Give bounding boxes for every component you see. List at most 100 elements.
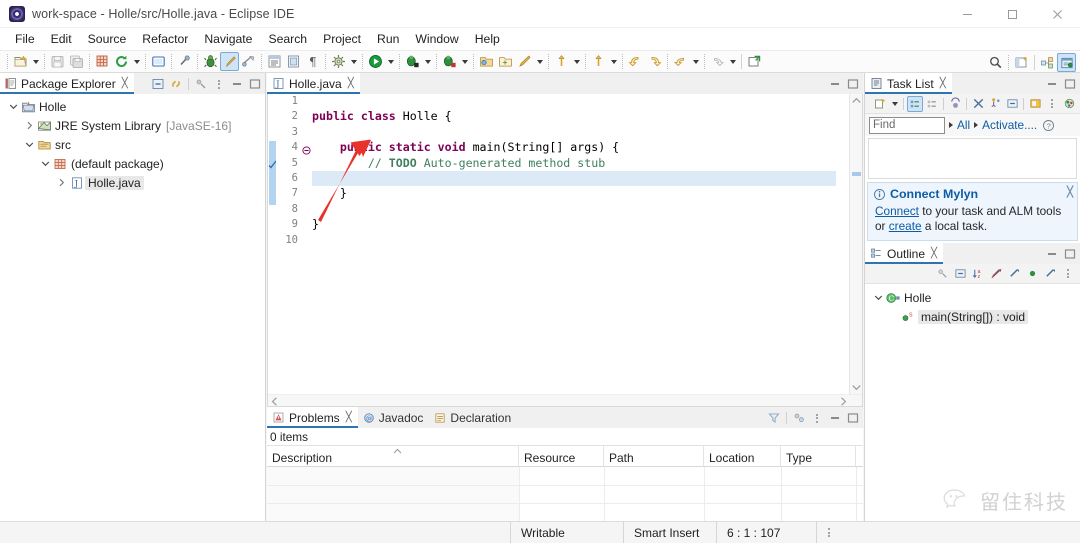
chevron-right-icon[interactable] [949, 122, 953, 128]
prev-edit-icon[interactable] [671, 52, 690, 71]
menu-project[interactable]: Project [315, 30, 369, 48]
code-line[interactable] [312, 125, 836, 140]
scroll-right-icon[interactable] [837, 395, 849, 406]
menu-file[interactable]: File [7, 30, 43, 48]
fold-collapse-icon[interactable] [302, 144, 311, 155]
editor-body[interactable]: 1 2 3 4 5 6 7 8 9 10 public class Holle { public … [267, 94, 863, 407]
restore-icon[interactable] [1027, 96, 1043, 112]
mylyn-icon[interactable] [1061, 96, 1077, 112]
new-task-icon[interactable] [872, 96, 888, 112]
code-line[interactable] [312, 94, 836, 109]
forward-icon[interactable] [645, 52, 664, 71]
scroll-down-icon[interactable] [850, 381, 862, 394]
chevron-right-icon[interactable] [22, 116, 36, 135]
external-tools-icon[interactable] [239, 52, 258, 71]
code-line[interactable] [312, 233, 836, 248]
close-icon[interactable]: ╳ [1067, 187, 1073, 198]
open-resource-icon[interactable] [284, 52, 303, 71]
mylyn-link[interactable]: Connect [875, 204, 919, 218]
view-menu-icon[interactable] [211, 76, 227, 92]
view-menu-icon[interactable] [1060, 266, 1076, 282]
overview-ruler-mark[interactable] [852, 172, 861, 176]
tab-javadoc[interactable]: @ Javadoc [357, 407, 430, 428]
close-icon[interactable]: ╳ [348, 78, 354, 89]
close-button[interactable] [1035, 0, 1080, 28]
column-header-location[interactable]: Location [704, 446, 781, 466]
search-icon[interactable] [986, 53, 1005, 72]
chevron-down-icon[interactable] [38, 154, 52, 173]
collapse-all-icon[interactable] [1004, 96, 1020, 112]
new-task-dropdown[interactable] [889, 94, 900, 113]
menu-edit[interactable]: Edit [43, 30, 80, 48]
coverage-dropdown[interactable] [459, 52, 470, 71]
tree-item-jre-system-library[interactable]: JRE System Library [JavaSE-16] [0, 116, 265, 135]
new-wizard-icon[interactable] [11, 52, 30, 71]
menu-window[interactable]: Window [407, 30, 466, 48]
next-edit-dropdown[interactable] [727, 52, 738, 71]
code-line[interactable]: // TODO Auto-generated method stub [312, 156, 836, 171]
tab-outline[interactable]: Outline ╳ [865, 243, 944, 264]
view-options-icon[interactable] [193, 76, 209, 92]
debug-icon[interactable] [403, 52, 422, 71]
build-icon[interactable] [220, 52, 239, 71]
new-java-package-icon[interactable] [93, 52, 112, 71]
filter-icon[interactable] [766, 410, 782, 426]
column-header-type[interactable]: Type [781, 446, 856, 466]
new-perspective-icon[interactable] [1012, 53, 1031, 72]
column-header-description[interactable]: Description [267, 446, 519, 466]
view-menu-icon[interactable] [809, 410, 825, 426]
editor-code-area[interactable]: public class Holle { public static void … [312, 94, 836, 394]
previous-annotation-dropdown[interactable] [571, 52, 582, 71]
scroll-up-icon[interactable] [850, 94, 862, 107]
maximize-icon[interactable] [1062, 76, 1078, 92]
status-resize-grip[interactable] [816, 521, 840, 543]
group-by-icon[interactable] [791, 410, 807, 426]
java-ee-perspective-icon[interactable] [1038, 53, 1057, 72]
code-line[interactable]: public class Holle { [312, 109, 836, 124]
close-icon[interactable]: ╳ [931, 248, 937, 259]
menu-source[interactable]: Source [80, 30, 135, 48]
task-list-content[interactable] [868, 138, 1077, 179]
save-all-icon[interactable] [67, 52, 86, 71]
next-annotation-icon[interactable] [589, 52, 608, 71]
refresh-icon[interactable] [112, 52, 131, 71]
new-wizard-dropdown[interactable] [30, 52, 41, 71]
close-icon[interactable]: ╳ [122, 78, 128, 89]
focus-icon[interactable] [987, 96, 1003, 112]
chevron-right-icon[interactable] [974, 122, 979, 128]
hide-local-icon[interactable] [1042, 266, 1058, 282]
minimize-icon[interactable] [827, 76, 843, 92]
link-with-editor-icon[interactable] [934, 266, 950, 282]
open-type-icon[interactable] [265, 52, 284, 71]
minimize-button[interactable] [945, 0, 990, 28]
coverage-icon[interactable] [440, 52, 459, 71]
column-header-resource[interactable]: Resource [519, 446, 604, 466]
menu-search[interactable]: Search [260, 30, 315, 48]
tab-declaration[interactable]: Declaration [429, 407, 518, 428]
menu-run[interactable]: Run [369, 30, 407, 48]
tree-item-holle[interactable]: Holle [0, 97, 265, 116]
gear-icon[interactable] [329, 52, 348, 71]
code-line[interactable]: } [312, 186, 836, 201]
open-folder-2-icon[interactable] [496, 52, 515, 71]
editor-horizontal-scrollbar[interactable] [268, 394, 862, 406]
tree-item-default-package[interactable]: (default package) [0, 154, 265, 173]
hide-static-icon[interactable] [1006, 266, 1022, 282]
problems-table-header[interactable]: Description Resource Path Location Type [267, 445, 863, 467]
chevron-down-icon[interactable] [6, 97, 20, 116]
filter-activate-link[interactable]: Activate.... [982, 118, 1037, 132]
view-menu-icon[interactable] [1044, 96, 1060, 112]
paragraph-icon[interactable]: ¶ [303, 52, 322, 71]
previous-annotation-icon[interactable] [552, 52, 571, 71]
hide-fields-icon[interactable] [988, 266, 1004, 282]
help-icon[interactable]: ? [1042, 119, 1055, 132]
find-input[interactable]: Find [869, 116, 945, 134]
prev-edit-dropdown[interactable] [690, 52, 701, 71]
maximize-icon[interactable] [845, 76, 861, 92]
maximize-button[interactable] [990, 0, 1035, 28]
back-icon[interactable] [626, 52, 645, 71]
tab-package-explorer[interactable]: Package Explorer ╳ [0, 73, 134, 94]
minimize-icon[interactable] [1044, 76, 1060, 92]
maximize-icon[interactable] [1062, 246, 1078, 262]
editor-vertical-scrollbar[interactable] [849, 94, 862, 394]
